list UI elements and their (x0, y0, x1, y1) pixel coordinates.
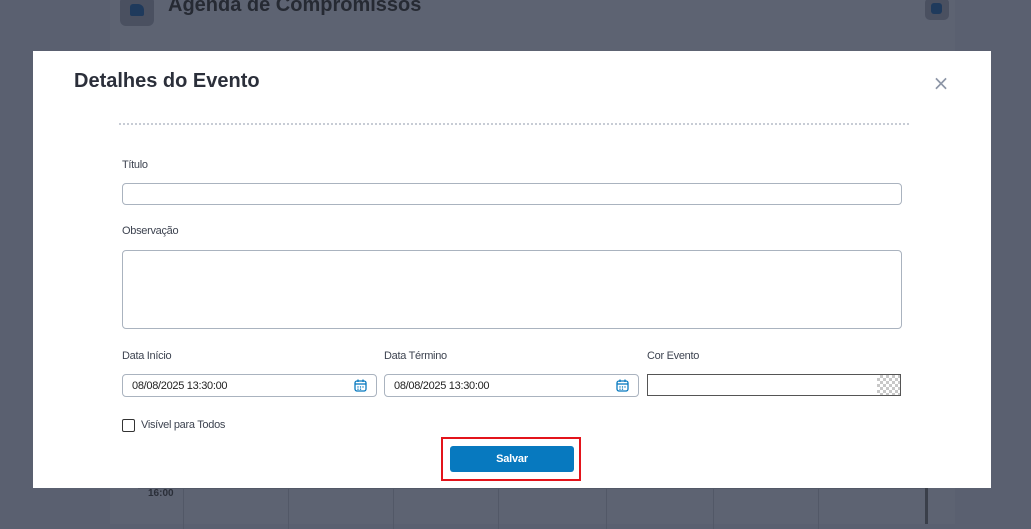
end-date-input[interactable] (385, 375, 623, 396)
start-date-field[interactable] (122, 374, 377, 397)
save-button[interactable]: Salvar (450, 446, 574, 472)
event-color-label: Cor Evento (647, 350, 700, 362)
color-swatch[interactable] (877, 375, 900, 395)
app-title: Agenda de Compromissos (168, 0, 422, 16)
calendar-time-label: 16:00 (148, 488, 174, 499)
event-details-modal: Detalhes do Evento × Título Observação D… (33, 51, 991, 488)
print-icon (925, 0, 949, 20)
start-date-label: Data Início (122, 350, 172, 362)
observation-label: Observação (122, 225, 179, 237)
end-date-label: Data Término (384, 350, 447, 362)
end-date-field[interactable] (384, 374, 639, 397)
book-icon (120, 0, 154, 26)
header-divider (119, 123, 909, 125)
title-label: Título (122, 159, 148, 171)
visible-to-all-checkbox[interactable] (122, 419, 135, 432)
modal-title: Detalhes do Evento (74, 70, 260, 92)
event-color-picker[interactable] (647, 374, 901, 396)
calendar-icon[interactable] (354, 379, 367, 392)
visible-to-all-label: Visível para Todos (141, 419, 226, 431)
start-date-input[interactable] (123, 375, 361, 396)
background-scrollbar (925, 488, 928, 524)
observation-textarea[interactable] (122, 250, 902, 329)
background-header: Agenda de Compromissos (110, 0, 955, 30)
title-input[interactable] (122, 183, 902, 205)
close-icon[interactable]: × (929, 71, 953, 95)
calendar-grid: 16:00 (138, 488, 928, 529)
calendar-icon[interactable] (616, 379, 629, 392)
